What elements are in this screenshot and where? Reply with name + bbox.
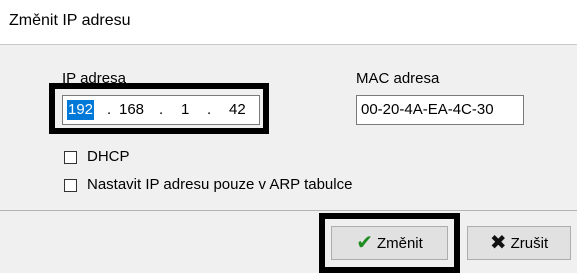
mac-address-field[interactable]: 00-20-4A-EA-4C-30 — [356, 95, 524, 125]
button-separator — [0, 210, 577, 211]
arp-only-label[interactable]: Nastavit IP adresu pouze v ARP tabulce — [87, 176, 352, 193]
cancel-button[interactable]: ✖ Zrušit — [467, 226, 571, 260]
change-ip-dialog: Změnit IP adresu IP adresa 192 . 168 . 1… — [0, 0, 577, 273]
dhcp-checkbox[interactable] — [64, 151, 77, 164]
title-bar: Změnit IP adresu — [0, 0, 577, 45]
cancel-button-label: Zrušit — [510, 234, 549, 252]
dialog-title: Změnit IP adresu — [9, 12, 131, 29]
change-button-highlight-outline — [319, 213, 460, 273]
mac-address-label: MAC adresa — [356, 70, 440, 87]
ip-highlight-outline — [49, 83, 269, 134]
x-icon: ✖ — [489, 232, 507, 254]
dhcp-label[interactable]: DHCP — [87, 148, 130, 165]
arp-only-checkbox[interactable] — [64, 179, 77, 192]
